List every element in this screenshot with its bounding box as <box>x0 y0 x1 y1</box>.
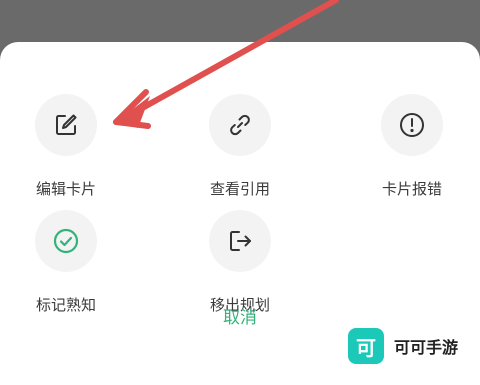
edit-card-button[interactable]: 编辑卡片 <box>16 94 116 204</box>
exit-icon <box>209 210 271 272</box>
report-error-label: 卡片报错 <box>381 180 442 198</box>
report-error-button[interactable]: 卡片报错 <box>362 94 462 204</box>
edit-card-label: 编辑卡片 <box>35 180 96 198</box>
view-references-label: 查看引用 <box>209 180 270 198</box>
edit-icon <box>35 94 97 156</box>
cancel-button[interactable]: 取消 <box>200 303 280 333</box>
mark-known-button[interactable]: 标记熟知 <box>16 210 116 320</box>
watermark: 可 可可手游 <box>348 326 458 366</box>
watermark-text: 可可手游 <box>394 338 459 357</box>
watermark-logo: 可 <box>348 328 384 364</box>
mark-known-label: 标记熟知 <box>35 296 96 314</box>
check-circle-icon <box>35 210 97 272</box>
view-references-button[interactable]: 查看引用 <box>190 94 290 204</box>
error-icon <box>381 94 443 156</box>
link-icon <box>209 94 271 156</box>
